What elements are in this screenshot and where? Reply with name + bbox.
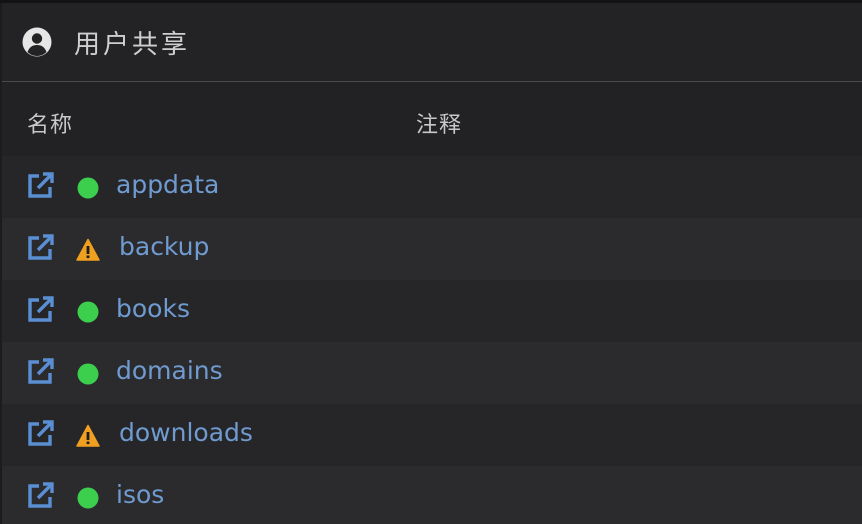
external-link-icon[interactable] — [24, 294, 56, 326]
user-shares-panel: 用户共享 名称 注释 appdata backup books domains down… — [2, 3, 862, 524]
share-row[interactable]: isos — [2, 466, 862, 524]
status-ok-icon — [76, 362, 100, 386]
share-row[interactable]: domains — [2, 342, 862, 404]
status-ok-icon — [76, 176, 100, 200]
warning-icon — [76, 424, 100, 448]
share-row[interactable]: backup — [2, 218, 862, 280]
external-link-icon[interactable] — [24, 480, 56, 512]
column-header-comment[interactable]: 注释 — [416, 107, 462, 139]
panel-header: 用户共享 — [2, 3, 862, 82]
user-circle-icon — [21, 26, 53, 58]
share-name-link[interactable]: downloads — [119, 418, 253, 447]
share-name-link[interactable]: isos — [116, 480, 164, 509]
external-link-icon[interactable] — [24, 356, 56, 388]
external-link-icon[interactable] — [24, 170, 56, 202]
share-row[interactable]: downloads — [2, 404, 862, 466]
status-ok-icon — [76, 486, 100, 510]
share-row[interactable]: appdata — [2, 156, 862, 218]
page-title: 用户共享 — [74, 29, 191, 60]
external-link-icon[interactable] — [24, 232, 56, 264]
share-name-link[interactable]: books — [116, 294, 190, 323]
column-header-name[interactable]: 名称 — [27, 107, 73, 139]
external-link-icon[interactable] — [24, 418, 56, 450]
share-name-link[interactable]: domains — [116, 356, 223, 385]
share-list: appdata backup books domains downloads isos — [2, 156, 862, 524]
share-name-link[interactable]: appdata — [116, 170, 219, 199]
warning-icon — [76, 238, 100, 262]
table-header: 名称 注释 — [2, 95, 862, 153]
status-ok-icon — [76, 300, 100, 324]
share-name-link[interactable]: backup — [119, 232, 209, 261]
share-row[interactable]: books — [2, 280, 862, 342]
